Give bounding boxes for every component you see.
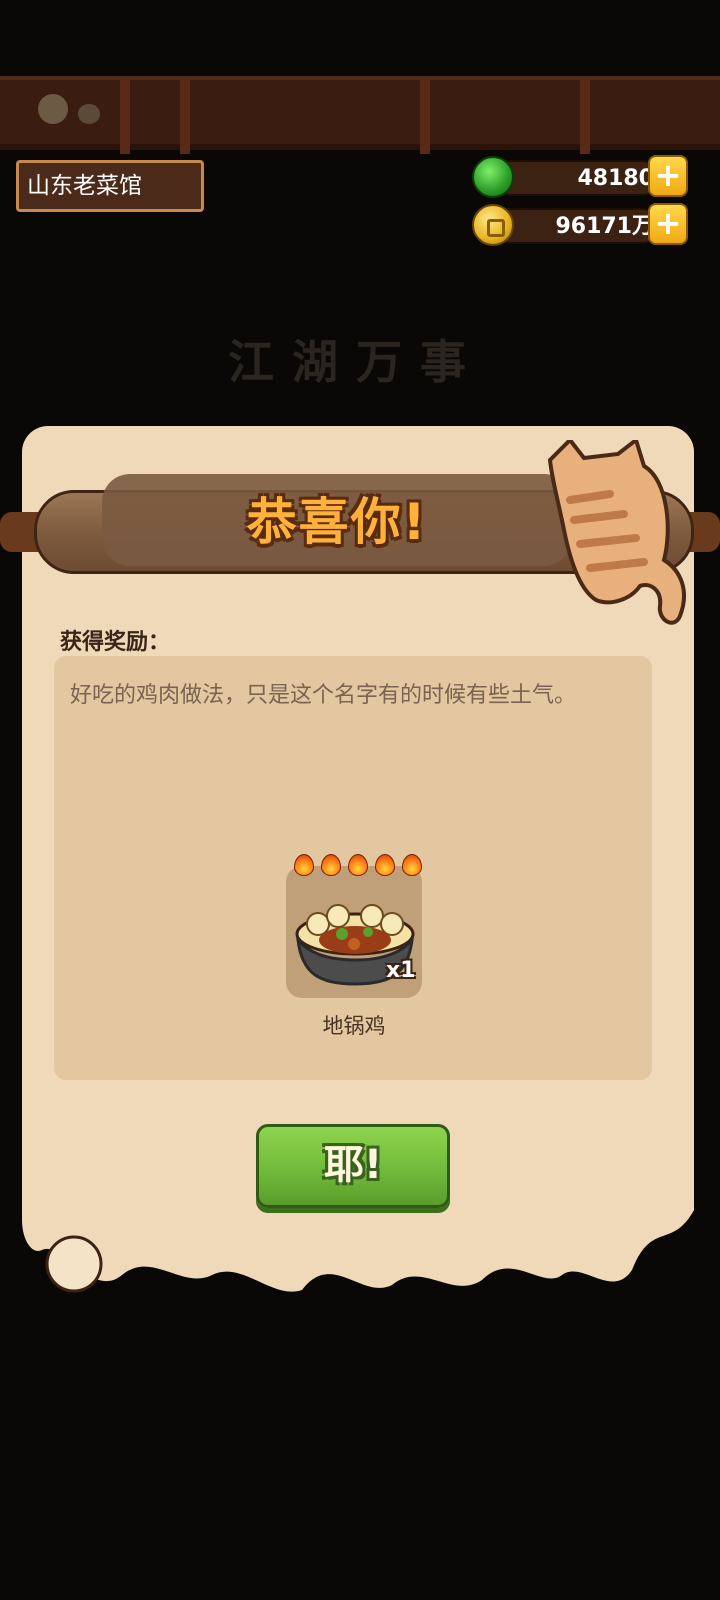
background-panel-title: 江湖万事: [228, 335, 484, 389]
chick-icon: [38, 94, 68, 124]
cat-icon: [547, 440, 686, 625]
flame-icon: [373, 852, 395, 876]
dough-ball: [45, 1235, 103, 1293]
beam-post: [180, 80, 190, 154]
flame-icon: [346, 852, 368, 876]
wooden-beams: [0, 76, 720, 154]
flame-icon: [400, 852, 422, 876]
beam-post: [580, 80, 590, 154]
coin-value: 96171万: [555, 214, 654, 239]
add-gems-button[interactable]: +: [648, 155, 688, 197]
beam-post: [120, 80, 130, 154]
reward-description: 好吃的鸡肉做法，只是这个名字有的时候有些土气。: [70, 683, 577, 708]
gold-coin-icon: [472, 204, 514, 246]
shop-name-label[interactable]: 山东老菜馆: [16, 160, 204, 212]
add-coins-button[interactable]: +: [648, 203, 688, 245]
item-name: 地锅鸡: [322, 1014, 386, 1038]
green-gem-icon: [472, 156, 514, 198]
flame-icon: [319, 852, 341, 876]
dialog-title: 恭喜你!: [246, 493, 428, 551]
beam-post: [420, 80, 430, 154]
item-quantity: x1: [386, 958, 416, 983]
egg-icon: [78, 104, 100, 124]
confirm-button[interactable]: [256, 1124, 450, 1208]
item-rating: [292, 852, 422, 878]
reward-label: 获得奖励：: [60, 630, 171, 655]
gem-counter: 48180 +: [472, 155, 688, 198]
gem-value: 48180: [577, 166, 654, 191]
flame-icon: [292, 852, 314, 876]
coin-counter: 96171万 +: [472, 203, 688, 246]
